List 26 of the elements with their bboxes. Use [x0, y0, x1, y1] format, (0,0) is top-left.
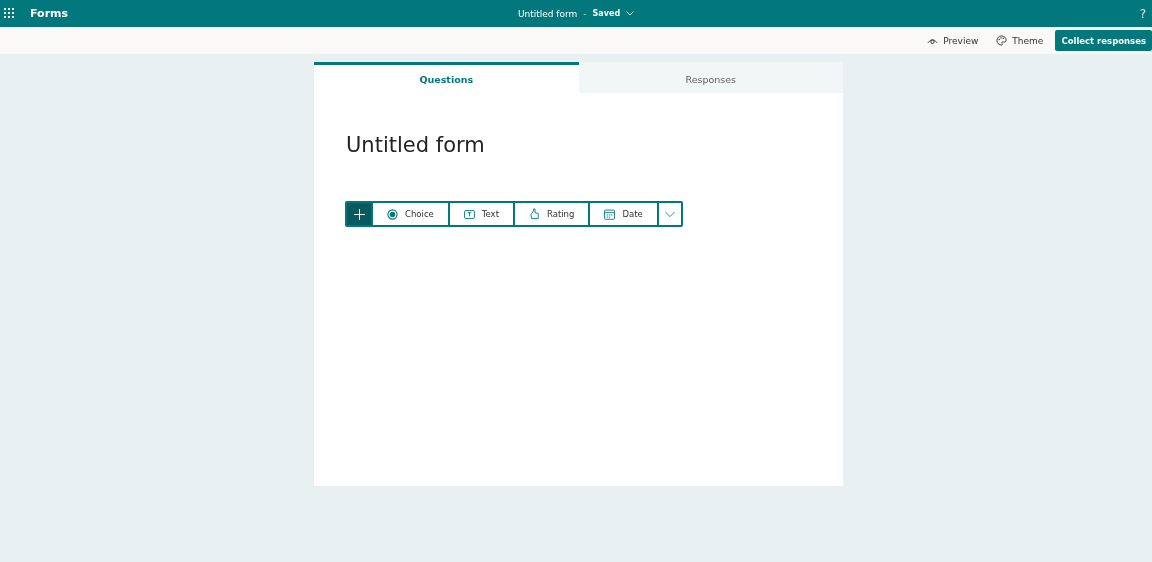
plus-icon [353, 208, 365, 220]
radio-icon [387, 208, 398, 220]
question-type-button[interactable]: Text [449, 203, 513, 225]
separator-dot: - [583, 8, 587, 19]
thumb-icon [529, 208, 540, 220]
tab[interactable]: Responses [578, 62, 843, 93]
app-name: Forms [30, 7, 69, 20]
palette-icon [996, 35, 1008, 46]
collect-responses-button[interactable]: Collect responses [1055, 30, 1152, 51]
theme-button[interactable]: Theme [990, 35, 1050, 46]
more-types-button[interactable] [658, 203, 681, 225]
document-title[interactable]: Untitled form [517, 8, 578, 19]
app-launcher-icon[interactable] [4, 8, 15, 19]
question-type-button[interactable]: Rating [515, 203, 589, 225]
text-box-icon [463, 208, 475, 220]
calendar-icon [604, 208, 616, 220]
chevron-down-icon [664, 210, 675, 218]
save-status: Saved [592, 9, 621, 18]
form-title[interactable]: Untitled form [346, 133, 843, 157]
preview-button[interactable]: Preview [921, 35, 985, 46]
question-type-button[interactable]: Choice [373, 203, 448, 225]
eye-icon [927, 36, 939, 45]
chevron-down-icon[interactable] [626, 11, 635, 16]
help-button[interactable]: ? [1139, 6, 1146, 21]
question-type-button[interactable]: Date [590, 203, 657, 225]
add-question-button[interactable] [347, 203, 371, 225]
